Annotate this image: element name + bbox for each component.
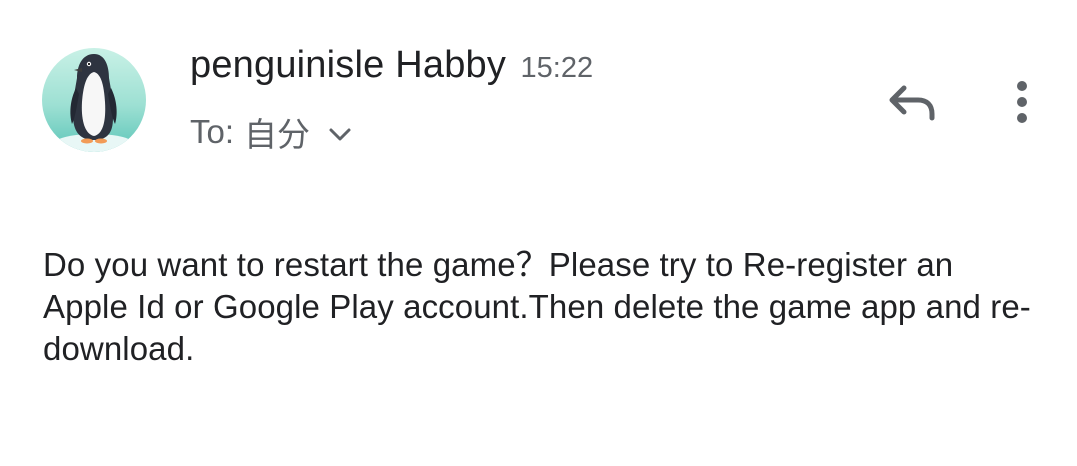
sender-name[interactable]: penguinisle Habby (190, 44, 506, 86)
sender-line: penguinisle Habby 15:22 (190, 44, 593, 87)
penguin-icon (42, 48, 146, 152)
to-label: To: (190, 113, 235, 150)
more-vert-icon (1017, 81, 1027, 123)
reply-button[interactable] (880, 74, 944, 130)
message-body: Do you want to restart the game？Please t… (43, 246, 1031, 367)
more-options-button[interactable] (1000, 74, 1044, 130)
sender-avatar[interactable] (42, 48, 146, 152)
chevron-down-icon[interactable] (326, 121, 354, 149)
reply-icon (889, 85, 935, 121)
message-time: 15:22 (520, 52, 594, 84)
email-header: penguinisle Habby 15:22 To: 自分 (0, 0, 1077, 170)
recipient-name: 自分 (244, 116, 311, 153)
recipient-line[interactable]: To: 自分 (190, 108, 354, 156)
